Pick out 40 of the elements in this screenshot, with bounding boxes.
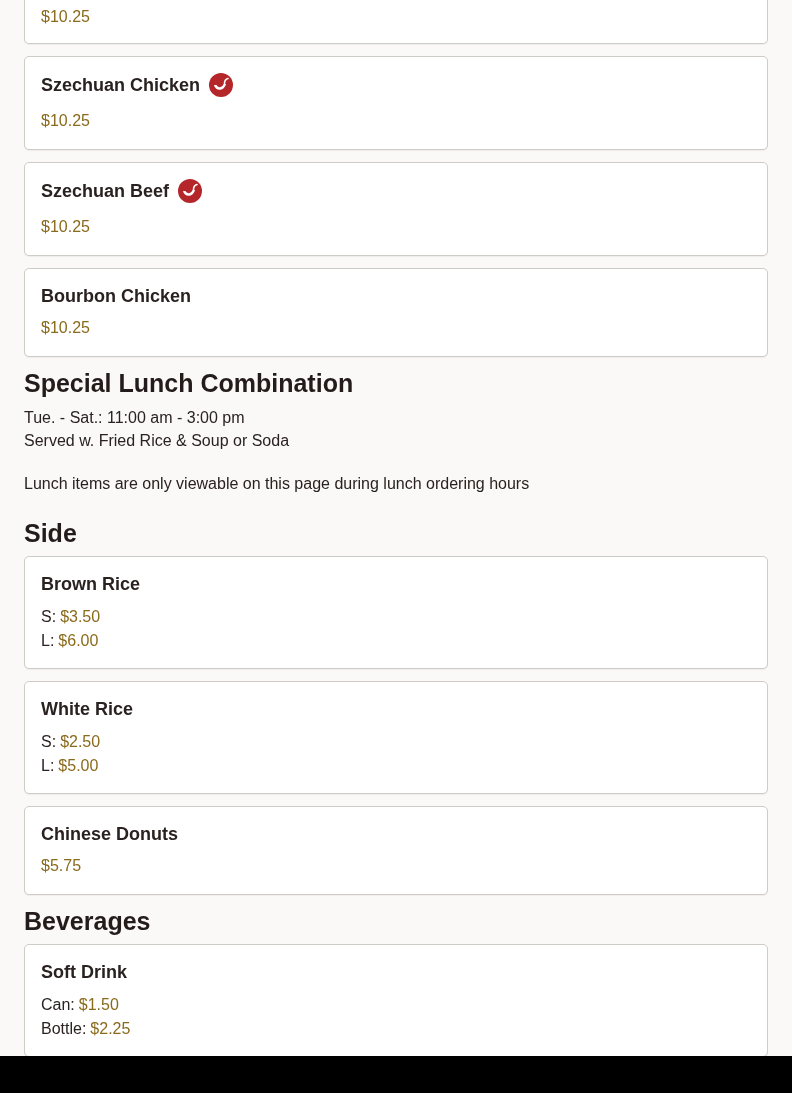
item-price: $10.25	[41, 319, 91, 337]
menu-item-card[interactable]: Soft Drink Can: $1.50 Bottle: $2.25	[24, 944, 768, 1056]
item-price: $2.50	[60, 732, 101, 752]
item-name: Chinese Donuts	[41, 823, 178, 845]
item-name: Bourbon Chicken	[41, 285, 191, 307]
section-heading: Side	[24, 519, 78, 548]
item-price: $2.25	[90, 1019, 131, 1039]
item-price: $1.50	[78, 995, 119, 1015]
item-name: Brown Rice	[41, 573, 141, 595]
section-note: Served w. Fried Rice & Soup or Soda	[24, 431, 291, 451]
size-label: L:	[41, 631, 55, 651]
item-name: Szechuan Chicken	[41, 74, 201, 96]
item-price: $10.25	[41, 218, 91, 236]
item-name: White Rice	[41, 698, 133, 720]
lunch-message: Lunch items are only viewable on this page during lunch ordering hours	[24, 475, 531, 493]
menu-item-card[interactable]: Chinese Donuts $5.75	[24, 806, 768, 895]
item-price: $10.25	[41, 8, 91, 26]
menu-item-card[interactable]: Bourbon Chicken $10.25	[24, 268, 768, 357]
section-heading: Special Lunch Combination	[24, 369, 355, 398]
menu-item-card[interactable]: Szechuan Chicken $10.25	[24, 56, 768, 150]
item-price: $5.75	[41, 857, 83, 875]
menu-item-card[interactable]: Szechuan Beef $10.25	[24, 162, 768, 256]
item-name: Szechuan Beef	[41, 180, 170, 202]
size-label: Can:	[41, 995, 75, 1015]
chili-pepper-icon	[209, 73, 234, 97]
chili-pepper-icon	[178, 179, 203, 203]
item-price: $3.50	[60, 607, 101, 627]
item-price: $10.25	[41, 112, 91, 130]
item-name: Soft Drink	[41, 961, 127, 983]
item-price: $5.00	[58, 756, 99, 776]
size-label: Bottle:	[41, 1019, 87, 1039]
menu-item-card[interactable]: $10.25	[24, 0, 768, 44]
size-label: L:	[41, 756, 55, 776]
menu-item-card[interactable]: Brown Rice S: $3.50 L: $6.00	[24, 556, 768, 669]
section-note: Tue. - Sat.: 11:00 am - 3:00 pm	[24, 408, 246, 428]
size-label: S:	[41, 732, 57, 752]
size-label: S:	[41, 607, 57, 627]
menu-item-card[interactable]: White Rice S: $2.50 L: $5.00	[24, 681, 768, 794]
section-heading: Beverages	[24, 907, 152, 936]
item-price: $6.00	[58, 631, 99, 651]
